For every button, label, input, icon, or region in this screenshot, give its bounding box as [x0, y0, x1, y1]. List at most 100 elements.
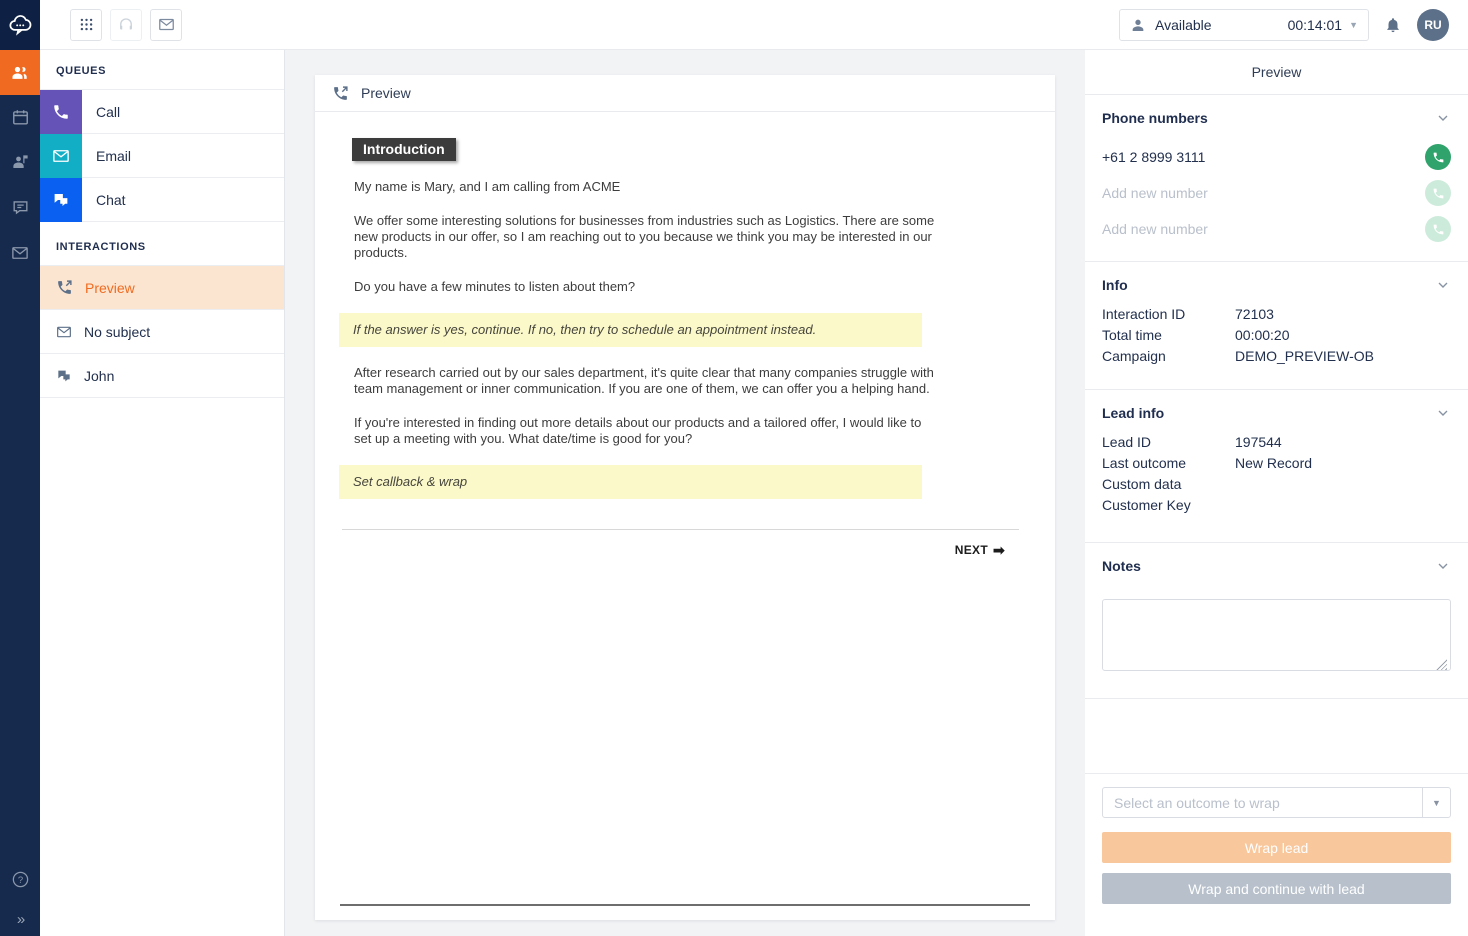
caret-down-icon: ▼ [1422, 788, 1450, 817]
envelope-icon [158, 16, 175, 33]
phone-numbers-section: Phone numbers +61 2 8999 3111 [1085, 95, 1468, 261]
script-paragraph: My name is Mary, and I am calling from A… [354, 179, 939, 195]
chevron-down-icon[interactable] [1435, 405, 1451, 421]
rail-item-calendar[interactable] [0, 95, 40, 140]
queue-row-chat[interactable]: Chat [40, 178, 284, 222]
add-number-input[interactable] [1102, 185, 1425, 201]
interaction-row-no-subject[interactable]: No subject [40, 310, 284, 354]
add-number-row [1102, 211, 1451, 247]
rail-item-mail[interactable] [0, 230, 40, 275]
script-paragraph: We offer some interesting solutions for … [354, 213, 939, 261]
chat-lines-icon [11, 198, 30, 217]
info-row: CampaignDEMO_PREVIEW-OB [1102, 346, 1451, 367]
expand-sidebar-chevrons[interactable]: » [17, 911, 23, 928]
queue-label: Email [96, 148, 131, 164]
script-agent-note: Set callback & wrap [339, 465, 922, 499]
queue-label: Chat [96, 192, 126, 208]
detail-panel-title: Preview [1085, 50, 1468, 95]
interaction-row-john[interactable]: John [40, 354, 284, 398]
mail-button[interactable] [150, 9, 182, 41]
notes-title: Notes [1102, 558, 1141, 574]
script-card-title: Preview [361, 85, 411, 101]
interaction-label: No subject [84, 324, 150, 340]
help-icon[interactable] [11, 870, 30, 889]
info-row: Total time00:00:20 [1102, 325, 1451, 346]
script-agent-note: If the answer is yes, continue. If no, t… [339, 313, 922, 347]
person-flag-icon [11, 153, 30, 172]
call-script-card: Preview Introduction My name is Mary, an… [315, 75, 1055, 920]
notifications-bell-button[interactable] [1384, 16, 1402, 34]
lead-info-row: Customer Key [1102, 495, 1451, 516]
script-step-badge: Introduction [352, 138, 456, 161]
outcome-select-placeholder: Select an outcome to wrap [1103, 795, 1422, 811]
phone-number-value: +61 2 8999 3111 [1102, 149, 1205, 165]
interaction-detail-panel: Preview Phone numbers +61 2 8999 3111 In… [1085, 50, 1468, 936]
outbound-call-icon [332, 85, 349, 102]
add-number-input[interactable] [1102, 221, 1425, 237]
envelope-icon [40, 134, 82, 178]
rail-item-statuses[interactable] [0, 140, 40, 185]
user-avatar[interactable]: RU [1417, 9, 1449, 41]
script-paragraph: After research carried out by our sales … [354, 365, 939, 397]
chat-icon [40, 178, 82, 222]
apps-grid-button[interactable] [70, 9, 102, 41]
info-row: Interaction ID72103 [1102, 304, 1451, 325]
chevron-down-icon[interactable] [1435, 277, 1451, 293]
section-divider [1085, 773, 1468, 774]
queues-sidebar: QUEUES Call Email Chat INTERACTIONS Prev… [40, 50, 285, 936]
envelope-icon [11, 244, 29, 262]
chevron-down-icon[interactable] [1435, 558, 1451, 574]
call-button-disabled[interactable] [1425, 180, 1451, 206]
lead-info-title: Lead info [1102, 405, 1164, 421]
call-button[interactable] [1425, 144, 1451, 170]
notes-textarea[interactable] [1102, 599, 1451, 671]
caret-down-icon: ▼ [1349, 20, 1358, 30]
interactions-section-title: INTERACTIONS [40, 222, 284, 266]
phone-numbers-title: Phone numbers [1102, 110, 1208, 126]
chat-icon [56, 368, 72, 384]
queues-section-title: QUEUES [40, 50, 284, 90]
queue-label: Call [96, 104, 120, 120]
grid-icon [78, 16, 95, 33]
lead-info-row: Lead ID197544 [1102, 432, 1451, 453]
calendar-icon [11, 108, 30, 127]
info-title: Info [1102, 277, 1128, 293]
agents-icon [10, 63, 30, 83]
script-card-header: Preview [315, 75, 1055, 112]
panel-spacer [1085, 699, 1468, 773]
wrap-and-continue-button[interactable]: Wrap and continue with lead [1102, 873, 1451, 904]
agent-status-selector[interactable]: Available 00:14:01 ▼ [1119, 9, 1369, 41]
interaction-row-preview[interactable]: Preview [40, 266, 284, 310]
outbound-call-icon [56, 279, 73, 296]
arrow-right-icon: ➡ [993, 542, 1005, 558]
chevron-down-icon[interactable] [1435, 110, 1451, 126]
app-icon-rail: » [0, 0, 40, 936]
app-logo[interactable] [0, 0, 40, 50]
status-timer: 00:14:01 [1288, 17, 1343, 33]
wrap-section: Select an outcome to wrap ▼ Wrap lead Wr… [1085, 787, 1468, 904]
call-button-disabled[interactable] [1425, 216, 1451, 242]
add-number-row [1102, 175, 1451, 211]
notes-section: Notes [1085, 543, 1468, 698]
wrap-lead-button[interactable]: Wrap lead [1102, 832, 1451, 863]
envelope-icon [56, 324, 72, 340]
queue-row-call[interactable]: Call [40, 90, 284, 134]
phone-icon [40, 90, 82, 134]
phone-number-row: +61 2 8999 3111 [1102, 139, 1451, 175]
rail-item-agents[interactable] [0, 50, 40, 95]
user-icon [1130, 17, 1146, 33]
next-step-button[interactable]: NEXT➡ [955, 543, 1005, 557]
main-content-area: Preview Introduction My name is Mary, an… [285, 50, 1085, 936]
rail-item-chats[interactable] [0, 185, 40, 230]
interaction-label: John [84, 368, 114, 384]
queue-row-email[interactable]: Email [40, 134, 284, 178]
script-paragraph: Do you have a few minutes to listen abou… [354, 279, 939, 295]
collapsed-scrollbar[interactable] [340, 904, 1030, 906]
cloud-logo-icon [7, 12, 33, 38]
headset-icon [117, 16, 135, 34]
outcome-select[interactable]: Select an outcome to wrap ▼ [1102, 787, 1451, 818]
topbar: Available 00:14:01 ▼ RU [40, 0, 1468, 50]
script-paragraph: If you're interested in finding out more… [354, 415, 939, 447]
interaction-label: Preview [85, 280, 135, 296]
headset-button[interactable] [110, 9, 142, 41]
